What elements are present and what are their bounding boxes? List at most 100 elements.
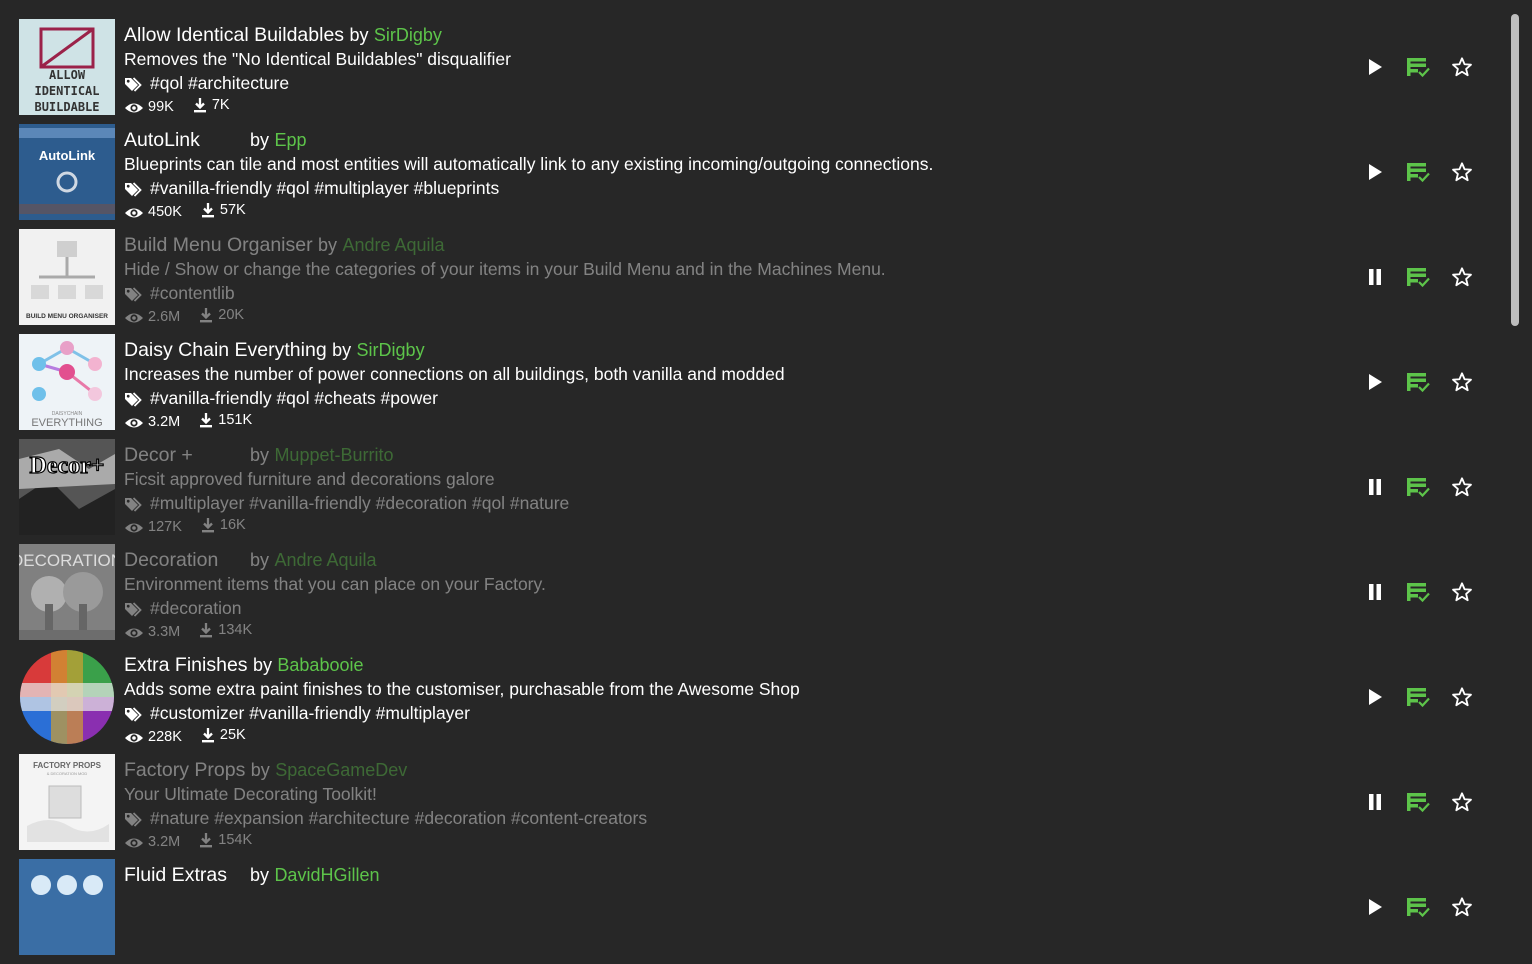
mod-tags: #vanilla-friendly #qol #multiplayer #blu… [150,178,500,198]
mod-author-link[interactable]: Bababooie [277,655,363,675]
mod-title: Decoration [124,549,219,571]
star-icon[interactable] [1447,577,1477,607]
star-icon[interactable] [1447,892,1477,922]
mod-row[interactable]: Extra Finishes by Bababooie Adds some ex… [0,649,1508,754]
mod-by-label: by [250,760,270,780]
queue-check-icon[interactable] [1403,52,1433,82]
mod-title-line: Daisy Chain Everything by SirDigby [124,337,425,363]
mod-description: Ficsit approved furniture and decoration… [124,469,495,489]
mod-views: 2.6M [148,309,181,325]
star-icon[interactable] [1447,52,1477,82]
mod-by-label: by [250,445,270,465]
star-icon[interactable] [1447,682,1477,712]
thumb-caption: AutoLink [39,148,96,163]
mod-tag-line: #nature #expansion #architecture #decora… [124,806,647,833]
mod-tags: #qol #architecture [150,73,290,93]
pause-icon[interactable] [1360,472,1390,502]
thumb-caption: Decor+ [30,453,105,479]
mod-row[interactable]: Decor+ Decor + by Muppet-Burrito Ficsit a… [0,439,1508,544]
queue-check-icon[interactable] [1403,472,1433,502]
pause-icon[interactable] [1360,262,1390,292]
mod-tags: #customizer #vanilla-friendly #multiplay… [150,703,470,723]
thumb-caption: EVERYTHING [31,417,102,429]
mod-thumbnail [19,859,115,955]
mod-tag-line: #vanilla-friendly #qol #multiplayer #blu… [124,176,499,203]
mod-title: Extra Finishes [124,654,248,676]
queue-check-icon[interactable] [1403,787,1433,817]
downloads-icon [192,97,208,119]
mod-by-label: by [250,550,270,570]
mod-author-link[interactable]: SpaceGameDev [275,760,407,780]
mod-stats: 3.2M 151K [124,410,252,436]
mod-row[interactable]: FACTORY PROPS & DECORATION MOD Factory P… [0,754,1508,859]
queue-check-icon[interactable] [1403,157,1433,187]
mod-author-link[interactable]: DavidHGillen [274,865,379,885]
queue-check-icon[interactable] [1403,367,1433,397]
queue-check-icon[interactable] [1403,682,1433,712]
mod-by-label: by [250,130,270,150]
mod-author-link[interactable]: Muppet-Burrito [274,445,393,465]
mod-row[interactable]: BUILD MENU ORGANISER Build Menu Organise… [0,229,1508,334]
mod-stats: 3.3M 134K [124,620,252,646]
mod-thumbnail: DECORATION [19,544,115,640]
star-icon[interactable] [1447,472,1477,502]
mod-by-label: by [318,235,338,255]
mod-tag-line: #vanilla-friendly #qol #cheats #power [124,386,438,413]
downloads-icon [200,727,216,749]
mod-row[interactable]: AutoLink AutoLink by Epp Blueprints can t… [0,124,1508,229]
mod-row[interactable]: DECORATION Decoration by Andre Aquila Env… [0,544,1508,649]
mod-downloads: 16K [219,517,246,534]
thumb-caption: & DECORATION MOD [47,771,88,776]
mod-author-link[interactable]: Andre Aquila [274,550,376,570]
mod-downloads: 25K [219,727,246,744]
views-icon [124,311,144,331]
scrollbar-thumb[interactable] [1511,14,1519,326]
queue-check-icon[interactable] [1403,577,1433,607]
mod-views: 3.2M [148,834,181,850]
star-icon[interactable] [1447,367,1477,397]
mod-tags: #vanilla-friendly #qol #cheats #power [150,388,438,408]
mod-row[interactable]: DAISYCHAIN EVERYTHING Daisy Chain Everyt… [0,334,1508,439]
mod-downloads: 20K [218,307,245,324]
mod-title-line: Extra Finishes by Bababooie [124,652,364,678]
mod-by-label: by [349,25,369,45]
play-icon[interactable] [1360,682,1390,712]
mod-stats: 127K 16K [124,515,246,541]
queue-check-icon[interactable] [1403,262,1433,292]
mod-author-link[interactable]: Andre Aquila [342,235,444,255]
play-icon[interactable] [1360,892,1390,922]
mod-title-line: AutoLink by Epp [124,127,306,153]
mod-tags: #contentlib [150,283,235,303]
mod-tag-line: #contentlib [124,281,235,308]
mod-views: 3.2M [148,414,181,430]
mod-views: 3.3M [148,624,181,640]
views-icon [124,101,144,121]
mod-title-line: Build Menu Organiser by Andre Aquila [124,232,445,258]
queue-check-icon[interactable] [1403,892,1433,922]
mod-thumbnail: FACTORY PROPS & DECORATION MOD [19,754,115,850]
star-icon[interactable] [1447,157,1477,187]
mod-title-line: Allow Identical Buildables by SirDigby [124,22,442,48]
star-icon[interactable] [1447,262,1477,292]
downloads-icon [198,832,214,854]
pause-icon[interactable] [1360,577,1390,607]
mod-author-link[interactable]: SirDigby [357,340,425,360]
thumb-caption: BUILD MENU ORGANISER [26,313,108,320]
mod-downloads: 7K [211,97,230,114]
mod-row[interactable]: Fluid Extras by DavidHGillen [0,859,1508,964]
mod-by-label: by [332,340,352,360]
thumb-caption: ALLOW [49,68,86,82]
mod-description: Adds some extra paint finishes to the cu… [124,679,800,699]
mod-author-link[interactable]: Epp [274,130,306,150]
pause-icon[interactable] [1360,787,1390,817]
star-icon[interactable] [1447,787,1477,817]
mod-title-line: Fluid Extras by DavidHGillen [124,862,379,888]
mod-author-link[interactable]: SirDigby [374,25,442,45]
mod-stats: 3.2M 154K [124,830,252,856]
mod-title-line: Decor + by Muppet-Burrito [124,442,394,468]
play-icon[interactable] [1360,367,1390,397]
mod-row[interactable]: ALLOW IDENTICAL BUILDABLE Allow Identica… [0,19,1508,124]
play-icon[interactable] [1360,52,1390,82]
mod-downloads: 151K [218,412,253,429]
play-icon[interactable] [1360,157,1390,187]
